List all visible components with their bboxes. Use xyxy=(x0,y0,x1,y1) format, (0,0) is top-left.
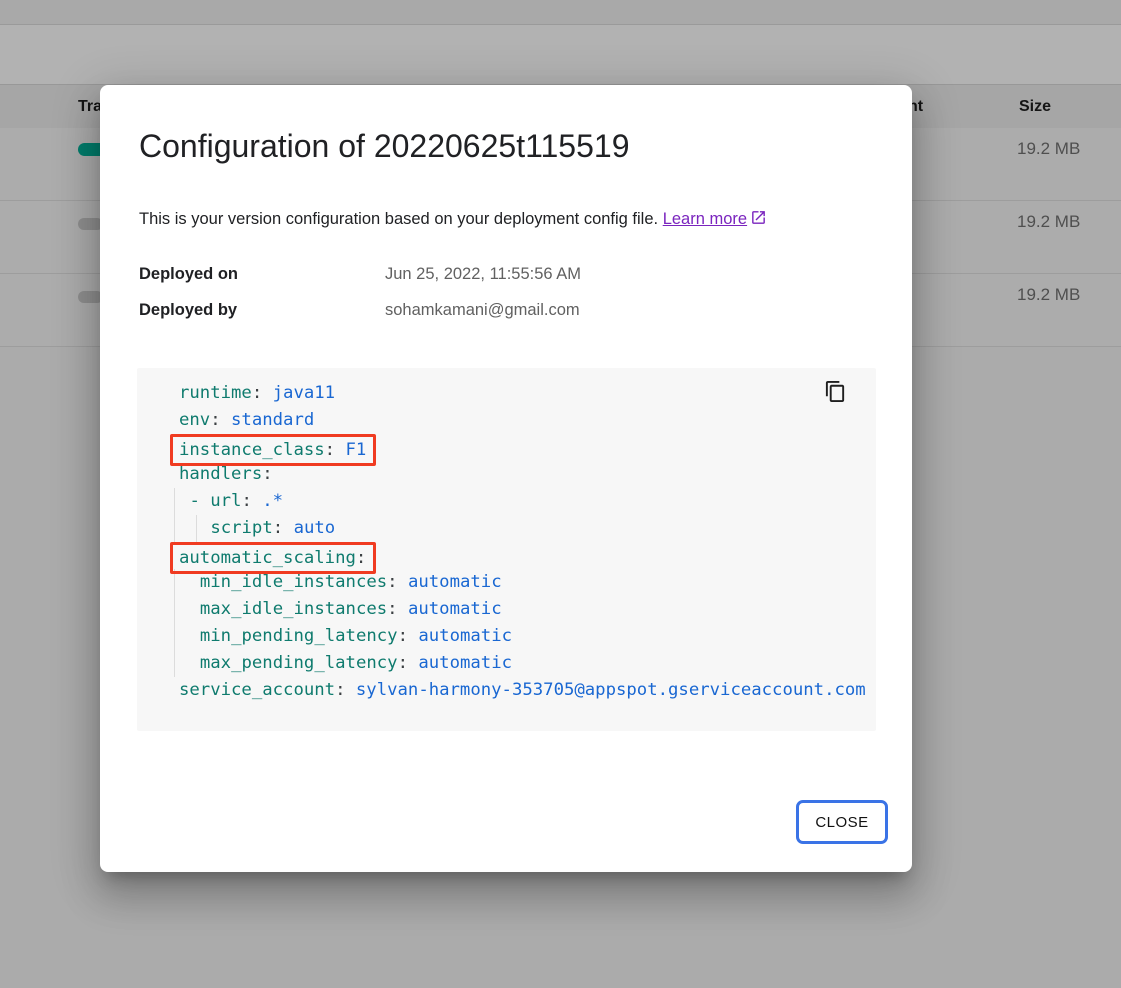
code-line-content: automatic_scaling: xyxy=(179,548,376,568)
code-line-content: max_pending_latency: automatic xyxy=(179,653,512,673)
code-line: - url: .* xyxy=(137,488,876,515)
content-copy-icon xyxy=(824,391,847,406)
size-cell: 19.2 MB xyxy=(1017,285,1080,305)
deployed-by-row: Deployed by sohamkamani@gmail.com xyxy=(139,301,869,323)
code-line-content: env: standard xyxy=(179,410,314,430)
code-line-content: script: auto xyxy=(179,518,335,538)
description-text: This is your version configuration based… xyxy=(139,210,663,228)
code-line-content: - url: .* xyxy=(179,491,283,511)
highlight-box: automatic_scaling: xyxy=(170,542,376,574)
code-line-content: max_idle_instances: automatic xyxy=(179,599,502,619)
indent-guide xyxy=(174,596,175,623)
open-in-new-icon[interactable] xyxy=(750,209,767,233)
size-cell: 19.2 MB xyxy=(1017,139,1080,159)
code-line-content: service_account: sylvan-harmony-353705@a… xyxy=(179,680,866,700)
learn-more-link[interactable]: Learn more xyxy=(663,210,747,228)
code-line: script: auto xyxy=(137,515,876,542)
size-cell: 19.2 MB xyxy=(1017,212,1080,232)
copy-button[interactable] xyxy=(822,379,848,405)
indent-guide xyxy=(174,623,175,650)
code-line: max_idle_instances: automatic xyxy=(137,596,876,623)
dialog-title: Configuration of 20220625t115519 xyxy=(139,126,629,166)
code-line: runtime: java11 xyxy=(137,380,876,407)
column-header-size: Size xyxy=(1019,98,1051,116)
code-lines: runtime: java11 env: standard instance_cla… xyxy=(137,380,876,704)
indent-guide xyxy=(174,515,175,542)
code-line: automatic_scaling: xyxy=(137,542,876,569)
code-line-content: runtime: java11 xyxy=(179,383,335,403)
indent-guide xyxy=(196,515,197,542)
deployed-by-label: Deployed by xyxy=(139,301,237,320)
code-line: instance_class: F1 xyxy=(137,434,876,461)
column-header-traffic: Tra xyxy=(78,98,102,116)
code-line: env: standard xyxy=(137,407,876,434)
background-band xyxy=(0,25,1121,84)
code-line-content: min_idle_instances: automatic xyxy=(179,572,502,592)
highlight-box: instance_class: F1 xyxy=(170,434,376,466)
indent-guide xyxy=(174,488,175,515)
code-line-content: handlers: xyxy=(179,464,273,484)
deployed-on-value: Jun 25, 2022, 11:55:56 AM xyxy=(385,265,581,284)
deployed-by-value: sohamkamani@gmail.com xyxy=(385,301,580,320)
yaml-config-codeblock: runtime: java11 env: standard instance_cla… xyxy=(137,368,876,731)
code-line: max_pending_latency: automatic xyxy=(137,650,876,677)
dialog-description: This is your version configuration based… xyxy=(139,207,767,233)
code-line-content: instance_class: F1 xyxy=(179,440,376,460)
code-line-content: min_pending_latency: automatic xyxy=(179,626,512,646)
code-line: min_pending_latency: automatic xyxy=(137,623,876,650)
close-button[interactable]: CLOSE xyxy=(796,800,888,844)
deployed-on-row: Deployed on Jun 25, 2022, 11:55:56 AM xyxy=(139,265,869,287)
deployed-on-label: Deployed on xyxy=(139,265,238,284)
indent-guide xyxy=(174,650,175,677)
code-line: service_account: sylvan-harmony-353705@a… xyxy=(137,677,876,704)
configuration-dialog: Configuration of 20220625t115519 This is… xyxy=(100,85,912,872)
background-toolbar xyxy=(0,0,1121,25)
